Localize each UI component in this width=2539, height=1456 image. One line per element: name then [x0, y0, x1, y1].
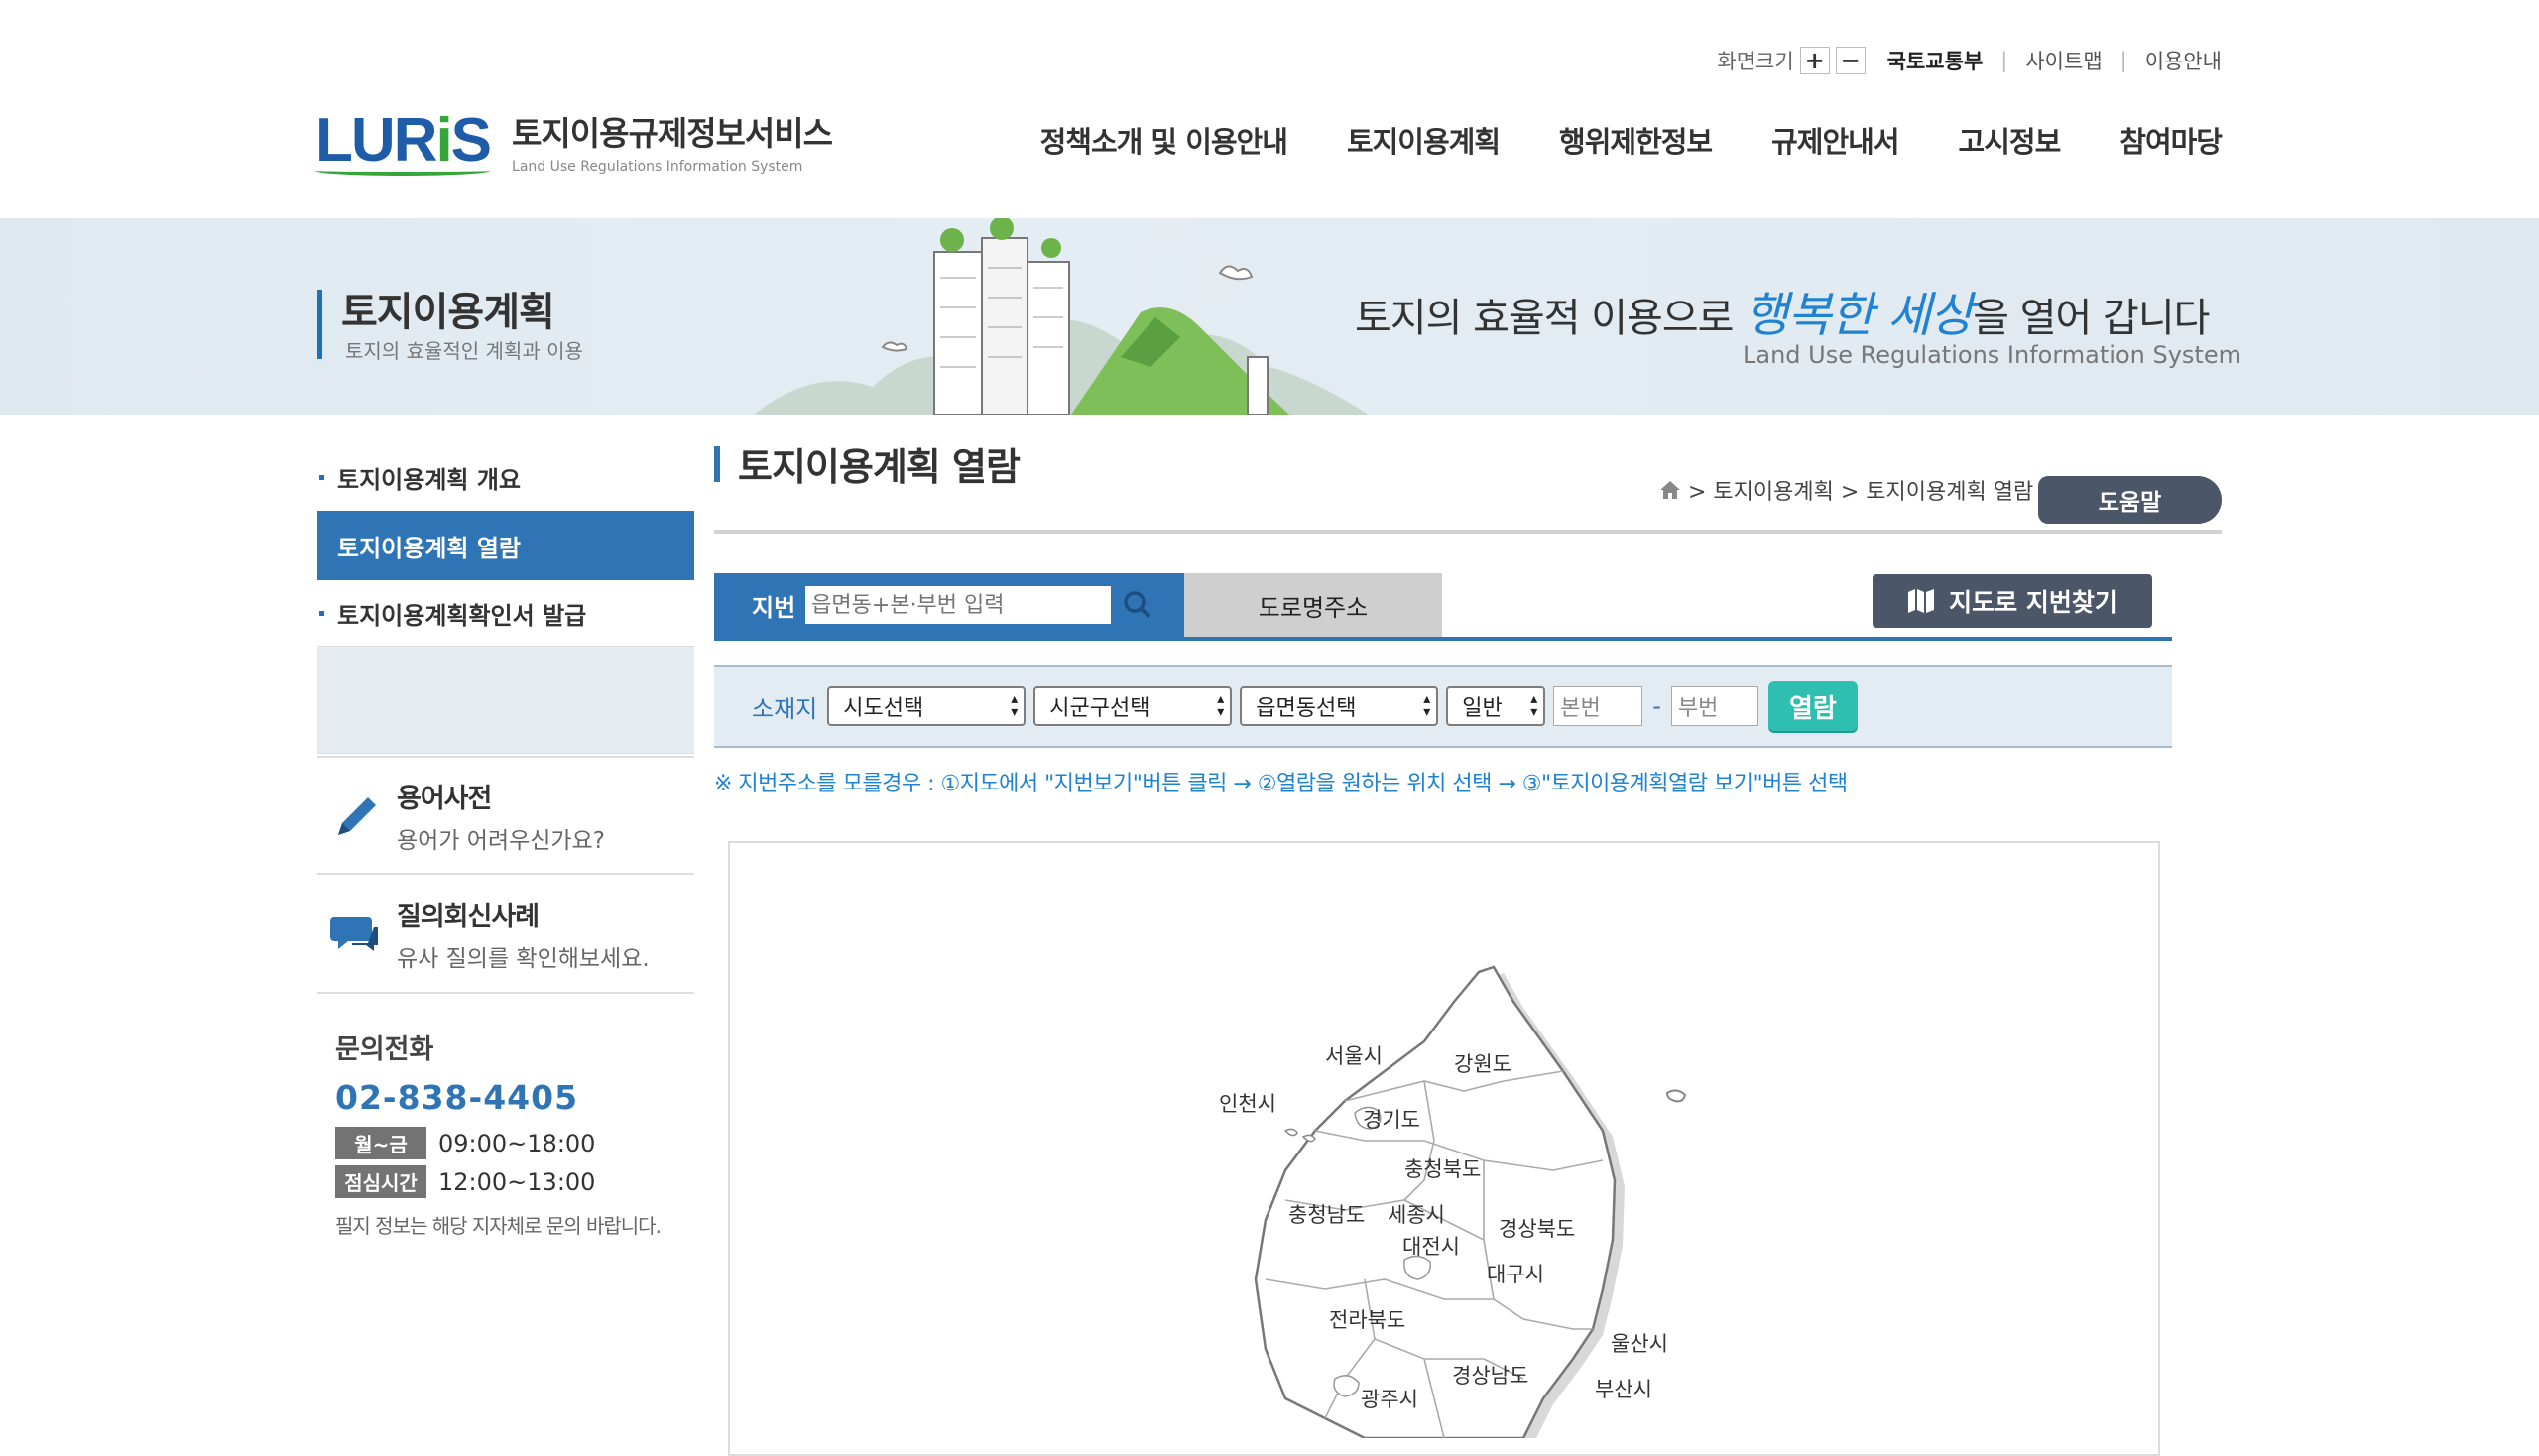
hours-badge: 점심시간 [335, 1165, 426, 1198]
bubun-input[interactable]: 부번 [1670, 686, 1758, 726]
bonbun-input[interactable]: 본번 [1553, 686, 1643, 726]
tab-jibun[interactable]: 지번 [714, 573, 1184, 637]
region-chungbuk[interactable]: 충청북도 [1404, 1157, 1481, 1181]
nav-regulation-guide[interactable]: 규제안내서 [1771, 119, 1899, 161]
region-sejong[interactable]: 세종시 [1388, 1203, 1445, 1227]
nav-land-use-plan[interactable]: 토지이용계획 [1347, 119, 1501, 161]
tab-road-address[interactable]: 도로명주소 [1184, 573, 1442, 637]
logo-text: 토지이용규제정보서비스 Land Use Regulations Informa… [512, 107, 833, 175]
sigungu-select[interactable]: 시군구선택 ▴ ▾ [1033, 686, 1233, 726]
region-chungnam[interactable]: 충청남도 [1288, 1203, 1365, 1227]
search-tabs: 지번 도로명주소 지도로 지번찾기 [714, 573, 2172, 641]
breadcrumb: > 토지이용계획 > 토지이용계획 열람 [1658, 474, 2033, 506]
contact-note: 필지 정보는 해당 지자체로 문의 바랍니다. [335, 1214, 662, 1238]
region-gyeonggi[interactable]: 경기도 [1363, 1108, 1420, 1132]
korea-map: 서울시 강원도 인천시 경기도 충청북도 충청남도 세종시 대전시 경상북도 대… [728, 841, 2160, 1456]
page-title: 토지이용계획 열람 [714, 436, 1021, 491]
contact-title: 문의전화 [335, 1034, 434, 1065]
guide-link[interactable]: 이용안내 [2145, 46, 2222, 75]
region-busan[interactable]: 부산시 [1595, 1378, 1652, 1401]
sido-select[interactable]: 시도선택 ▴ ▾ [827, 686, 1027, 726]
nav-action-restriction[interactable]: 행위제한정보 [1559, 119, 1713, 161]
home-icon[interactable] [1658, 479, 1682, 501]
divider: | [2000, 49, 2008, 72]
qa-cases-link[interactable]: 질의회신사례 유사 질의를 확인해보세요. [317, 875, 694, 994]
contact-box: 문의전화 02-838-4405 월~금 09:00~18:00 점심시간 12… [335, 1028, 692, 1239]
land-type-select[interactable]: 일반 ▴ ▾ [1446, 686, 1546, 726]
search-button[interactable] [1111, 581, 1164, 629]
region-jeonbuk[interactable]: 전라북도 [1329, 1308, 1405, 1332]
region-gangwon[interactable]: 강원도 [1454, 1052, 1511, 1076]
view-button[interactable]: 열람 [1767, 681, 1858, 731]
help-hint: ※ 지번주소를 모를경우 : ①지도에서 "지번보기"버튼 클릭 → ②열람을 … [714, 772, 1848, 796]
banner-slogan-en: Land Use Regulations Information System [1743, 341, 2241, 369]
jibun-search-input[interactable] [805, 586, 1112, 624]
hours-time: 12:00~13:00 [438, 1167, 596, 1196]
region-ulsan[interactable]: 울산시 [1611, 1332, 1668, 1356]
speech-bubble-icon [327, 905, 385, 962]
side-nav-view[interactable]: 토지이용계획 열람 [317, 511, 694, 580]
side-nav-spacer [317, 647, 694, 754]
hours-weekday: 월~금 09:00~18:00 [335, 1127, 692, 1159]
region-gwangju[interactable]: 광주시 [1361, 1388, 1418, 1411]
main-nav: 정책소개 및 이용안내 토지이용계획 행위제한정보 규제안내서 고시정보 참여마… [1040, 119, 2223, 161]
title-divider [714, 530, 2222, 534]
site-title: 토지이용규제정보서비스 [512, 114, 833, 153]
number-separator: - [1652, 692, 1661, 720]
qa-cases-title: 질의회신사례 [397, 901, 540, 932]
banner-slogan: 토지의 효율적 이용으로 행복한 세상을 열어 갑니다 [1355, 288, 2210, 343]
breadcrumb-path: > 토지이용계획 > 토지이용계획 열람 [1688, 480, 2034, 505]
nav-policy[interactable]: 정책소개 및 이용안내 [1040, 119, 1288, 161]
tab-jibun-label: 지번 [752, 593, 796, 622]
map-icon [1908, 589, 1935, 613]
korea-map-svg: 서울시 강원도 인천시 경기도 충청북도 충청남도 세종시 대전시 경상북도 대… [1219, 965, 1687, 1438]
divider: | [2119, 49, 2127, 72]
qa-cases-desc: 유사 질의를 확인해보세요. [397, 945, 650, 972]
side-nav-overview[interactable]: 토지이용계획 개요 [317, 444, 694, 511]
side-nav-certificate[interactable]: 토지이용계획확인서 발급 [317, 580, 694, 647]
font-size-control: 화면크기 + − [1717, 46, 1866, 75]
site-logo[interactable]: LURiS 토지이용규제정보서비스 Land Use Regulations I… [315, 106, 833, 176]
luris-logo-mark: LURiS [315, 106, 492, 176]
glossary-desc: 용어가 어려우신가요? [397, 827, 605, 854]
select-arrow-icon: ▴ ▾ [1011, 691, 1019, 720]
region-seoul[interactable]: 서울시 [1325, 1044, 1383, 1068]
hours-time: 09:00~18:00 [438, 1129, 596, 1157]
eupmyeondong-select[interactable]: 읍면동선택 ▴ ▾ [1240, 686, 1439, 726]
site-subtitle: Land Use Regulations Information System [512, 159, 803, 175]
bullet-icon [319, 475, 324, 480]
sitemap-link[interactable]: 사이트맵 [2025, 46, 2102, 75]
bullet-icon [319, 611, 324, 616]
utility-bar: 화면크기 + − 국토교통부 | 사이트맵 | 이용안내 [1717, 44, 2222, 77]
region-daejeon[interactable]: 대전시 [1402, 1235, 1460, 1259]
title-accent-bar [714, 445, 720, 482]
search-icon [1124, 591, 1151, 619]
region-gyeongbuk[interactable]: 경상북도 [1499, 1217, 1575, 1241]
location-label: 소재지 [752, 694, 818, 723]
select-arrow-icon: ▴ ▾ [1423, 691, 1431, 720]
pencil-icon [327, 787, 385, 844]
hours-lunch: 점심시간 12:00~13:00 [335, 1165, 692, 1198]
map-find-button[interactable]: 지도로 지번찾기 [1873, 574, 2152, 628]
contact-phone: 02-838-4405 [335, 1078, 579, 1117]
molit-link[interactable]: 국토교통부 [1887, 46, 1984, 75]
region-incheon[interactable]: 인천시 [1219, 1092, 1276, 1116]
sub-banner: 토지이용계획 토지의 효율적인 계획과 이용 토지의 효율적 이용으로 행복한 … [0, 218, 2539, 415]
region-daegu[interactable]: 대구시 [1487, 1263, 1544, 1286]
glossary-link[interactable]: 용어사전 용어가 어려우신가요? [317, 756, 694, 875]
select-arrow-icon: ▴ ▾ [1217, 691, 1225, 720]
region-gyeongnam[interactable]: 경상남도 [1452, 1364, 1528, 1388]
nav-participation[interactable]: 참여마당 [2119, 119, 2223, 161]
side-nav: 토지이용계획 개요 토지이용계획 열람 토지이용계획확인서 발급 [317, 444, 694, 754]
nav-notice[interactable]: 고시정보 [1959, 119, 2062, 161]
help-button[interactable]: 도움말 [2038, 476, 2222, 524]
select-arrow-icon: ▴ ▾ [1530, 691, 1538, 720]
zoom-in-button[interactable]: + [1799, 47, 1830, 74]
hours-badge: 월~금 [335, 1127, 426, 1159]
zoom-out-button[interactable]: − [1835, 47, 1866, 74]
font-size-label: 화면크기 [1717, 50, 1794, 73]
location-filter: 소재지 시도선택 ▴ ▾ 시군구선택 ▴ ▾ 읍면동선택 ▴ ▾ 일반 ▴ ▾ 본번 - 부번 … [714, 665, 2172, 748]
glossary-title: 용어사전 [397, 783, 492, 814]
